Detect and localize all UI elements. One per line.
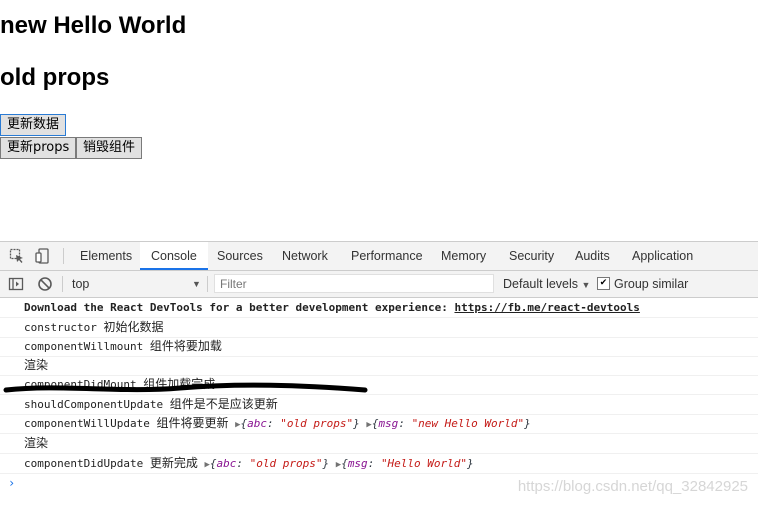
tab-network[interactable]: Network <box>282 242 328 270</box>
message-cn: 渲染 <box>24 436 49 450</box>
message-cn: 组件将要加载 <box>149 339 222 353</box>
expand-triangle-icon: ▶ <box>235 420 241 430</box>
tab-application[interactable]: Application <box>632 242 693 270</box>
console-filter-input[interactable] <box>214 274 494 293</box>
object-preview[interactable]: ▶{msg: "Hello World"} <box>336 457 474 470</box>
message-cn: 组件将要更新 <box>156 416 229 430</box>
object-preview[interactable]: ▶{msg: "new Hello World"} <box>366 417 530 430</box>
react-devtools-link[interactable]: https://fb.me/react-devtools <box>454 301 639 314</box>
tab-security[interactable]: Security <box>509 242 554 270</box>
console-output: Download the React DevTools for a better… <box>0 298 758 506</box>
tab-elements[interactable]: Elements <box>80 242 132 270</box>
object-preview[interactable]: ▶{abc: "old props"} <box>235 417 360 430</box>
group-similar-label: Group similar <box>614 277 689 291</box>
console-toolbar: top ▼ Default levels ▼ ✔ Group similar <box>0 271 758 298</box>
expand-triangle-icon: ▶ <box>204 460 210 470</box>
tab-performance[interactable]: Performance <box>351 242 423 270</box>
console-message: shouldComponentUpdate 组件是不是应该更新 <box>0 395 758 415</box>
log-levels-label: Default levels <box>503 277 579 291</box>
context-selector[interactable]: top ▼ <box>72 275 201 293</box>
ink-strikethrough <box>3 382 368 393</box>
console-prompt-icon[interactable]: › <box>8 476 15 490</box>
console-message: constructor 初始化数据 <box>0 318 758 338</box>
destroy-component-button[interactable]: 销毁组件 <box>76 137 143 159</box>
expand-triangle-icon: ▶ <box>335 460 342 470</box>
context-label: top <box>72 277 90 291</box>
object-preview[interactable]: ▶{abc: "old props"} <box>204 457 329 470</box>
message-text: Download the React DevTools for a better… <box>24 301 455 314</box>
message-code: componentDidUpdate <box>24 457 144 470</box>
console-message: componentWillUpdate 组件将要更新 ▶{abc: "old p… <box>0 414 758 434</box>
inspect-element-icon[interactable] <box>9 248 25 264</box>
expand-triangle-icon: ▶ <box>366 420 372 430</box>
devtools-panel: Elements Console Sources Network Perform… <box>0 241 758 506</box>
toolbar-divider <box>62 276 63 292</box>
group-similar-checkbox[interactable]: ✔ <box>597 277 610 290</box>
log-levels-dropdown[interactable]: Default levels ▼ <box>503 275 590 293</box>
tab-sources[interactable]: Sources <box>217 242 263 270</box>
tab-memory[interactable]: Memory <box>441 242 486 270</box>
tab-audits[interactable]: Audits <box>575 242 610 270</box>
console-message: componentDidUpdate 更新完成 ▶{abc: "old prop… <box>0 454 758 474</box>
chevron-down-icon: ▼ <box>192 279 201 289</box>
message-cn: 渲染 <box>24 358 49 372</box>
update-data-button[interactable]: 更新数据 <box>0 114 67 136</box>
devtools-tabbar: Elements Console Sources Network Perform… <box>0 242 758 271</box>
message-code: shouldComponentUpdate <box>24 398 164 411</box>
page-title: new Hello World <box>0 12 187 39</box>
device-toolbar-icon[interactable] <box>35 248 51 264</box>
update-props-button[interactable]: 更新props <box>0 137 77 159</box>
console-message: 渲染 <box>0 434 758 454</box>
console-message: componentWillmount 组件将要加载 <box>0 337 758 357</box>
console-message: Download the React DevTools for a better… <box>0 298 758 318</box>
message-cn: 组件是不是应该更新 <box>169 397 278 411</box>
sidebar-toggle-icon[interactable] <box>8 276 24 292</box>
message-code: constructor <box>24 321 97 334</box>
console-message: 渲染 <box>0 356 758 376</box>
message-code: componentWillmount <box>24 340 144 353</box>
toolbar-divider <box>207 276 208 292</box>
tabbar-divider <box>63 248 64 264</box>
clear-console-icon[interactable] <box>37 276 53 292</box>
props-heading: old props <box>0 64 110 91</box>
message-code: componentWillUpdate <box>24 417 150 430</box>
tab-console[interactable]: Console <box>140 242 208 270</box>
message-cn: 初始化数据 <box>103 320 164 334</box>
chevron-down-icon: ▼ <box>581 280 591 290</box>
message-cn: 更新完成 <box>149 456 198 470</box>
watermark: https://blog.csdn.net/qq_32842925 <box>517 478 748 495</box>
